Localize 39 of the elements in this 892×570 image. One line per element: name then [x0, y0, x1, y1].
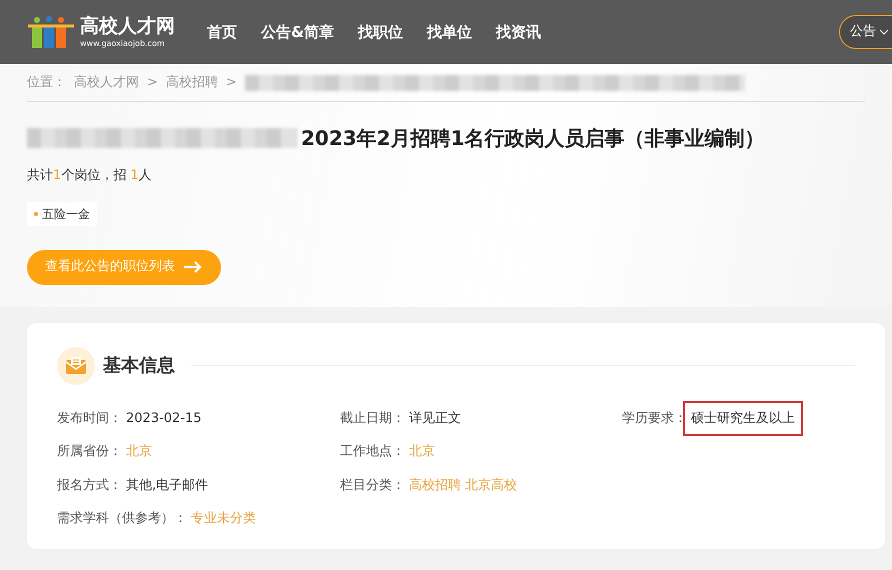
field-value: 2023-02-15 — [126, 410, 202, 428]
field-value: 详见正文 — [409, 410, 461, 428]
nav-link[interactable]: 找资讯 — [496, 20, 542, 44]
field-link[interactable]: 北京 — [126, 442, 152, 462]
field-label: 工作地点： — [340, 443, 405, 461]
field-value: 硕士研究生及以上 — [691, 410, 795, 428]
nav-link[interactable]: 找职位 — [358, 20, 404, 44]
field-label: 截止日期： — [340, 410, 405, 428]
caret-icon — [880, 29, 888, 35]
field-value: 其他,电子邮件 — [126, 476, 208, 494]
arrow-right-icon — [183, 261, 203, 273]
breadcrumb-link[interactable]: 高校人才网 — [74, 72, 139, 92]
field-label: 栏目分类： — [340, 476, 405, 494]
recruit-summary: 共计1个岗位，招 1人 — [27, 167, 153, 185]
site-logo-title[interactable]: 高校人才网 — [80, 16, 175, 36]
envelope-icon — [57, 346, 95, 384]
field-label: 所属省份： — [57, 443, 122, 461]
field-label: 报名方式： — [57, 476, 122, 494]
breadcrumb-separator: > — [226, 74, 237, 92]
site-url: www.gaoxiaojob.com — [80, 40, 166, 48]
breadcrumb-label: 位置： — [27, 74, 66, 92]
nav-link[interactable]: 公告&简章 — [261, 20, 334, 44]
field-label: 需求学科（供参考）： — [57, 510, 187, 528]
breadcrumb-separator: > — [147, 74, 158, 92]
announcement-title: 2023年2月招聘1名行政岗人员启事（非事业编制） — [301, 126, 764, 150]
breadcrumb-link[interactable]: 高校招聘 — [166, 72, 218, 92]
field-link[interactable]: 专业未分类 — [191, 509, 256, 528]
nav-link[interactable]: 找单位 — [427, 20, 472, 44]
section-title: 基本信息 — [103, 354, 175, 378]
position-list-button[interactable]: 查看此公告的职位列表 — [27, 250, 221, 284]
field-link[interactable]: 高校招聘 — [409, 476, 461, 495]
nav-link[interactable]: 首页 — [207, 20, 237, 44]
field-label: 发布时间： — [57, 410, 122, 428]
field-label: 学历要求： — [622, 410, 687, 428]
field-link[interactable]: 北京高校 — [465, 476, 517, 495]
logo-icon[interactable] — [28, 14, 76, 50]
benefit-tag: 五险一金 — [27, 202, 97, 226]
field-link[interactable]: 北京 — [409, 442, 435, 462]
scope-dropdown[interactable]: 公告 — [839, 15, 892, 49]
